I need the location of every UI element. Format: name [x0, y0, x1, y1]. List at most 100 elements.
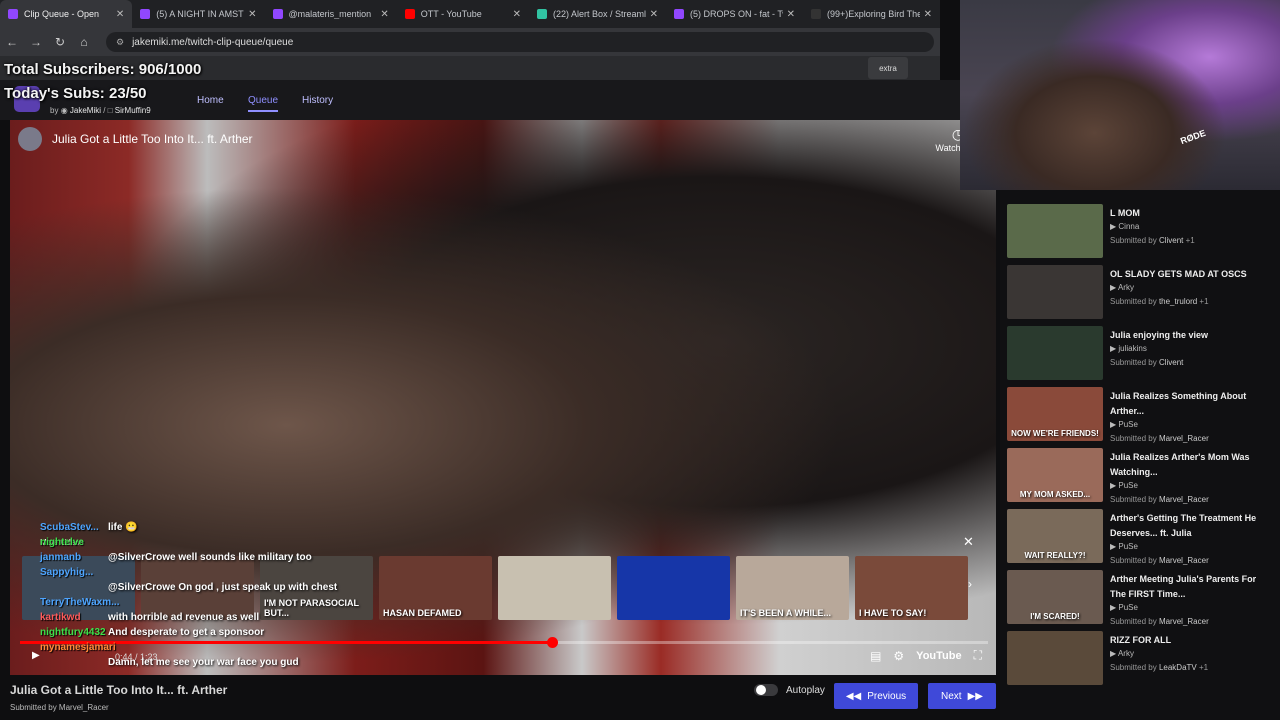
close-more-videos-icon[interactable]: ✕: [963, 534, 974, 550]
queue-thumbnail[interactable]: MY MOM ASKED...: [1007, 448, 1103, 502]
queue-item[interactable]: OL SLADY GETS MAD AT OSCS ▶ Arky Submitted…: [1007, 263, 1273, 321]
strip-next-icon[interactable]: ›: [968, 577, 972, 591]
tab-close-icon[interactable]: ✕: [513, 9, 521, 20]
chat-username[interactable]: Sappyhig...: [40, 567, 93, 578]
queue-item[interactable]: NOW WE'RE FRIENDS! Julia Realizes Somethi…: [1007, 385, 1273, 443]
thumbnail-caption: I HAVE TO SAY!: [859, 608, 927, 618]
browser-tab[interactable]: (5) A NIGHT IN AMST ✕: [132, 0, 264, 28]
queue-item-submitter: Submitted by Marvel_Racer: [1110, 556, 1209, 565]
queue-thumbnail[interactable]: [1007, 204, 1103, 258]
queue-channel-name: juliakins: [1118, 344, 1147, 353]
queue-item[interactable]: RIZZ FOR ALL ▶ Arky Submitted by LeakDaTV …: [1007, 629, 1273, 687]
queue-item[interactable]: L MOM ▶ Cinna Submitted by Clivent +1: [1007, 202, 1273, 260]
queue-thumbnail[interactable]: [1007, 265, 1103, 319]
queue-thumbnail[interactable]: I'M SCARED!: [1007, 570, 1103, 624]
nav-history[interactable]: History: [302, 95, 333, 106]
browser-tab[interactable]: (99+)Exploring Bird Theo ✕: [803, 0, 940, 28]
queue-thumbnail[interactable]: [1007, 326, 1103, 380]
tab-favicon-icon: [404, 9, 415, 19]
chat-message: TerryTheWaxm...: [0, 597, 300, 612]
player-controls-right: ▤ ⚙ YouTube ⛶: [870, 648, 982, 663]
tab-close-icon[interactable]: ✕: [787, 9, 795, 20]
back-icon[interactable]: ←: [0, 35, 24, 49]
tab-close-icon[interactable]: ✕: [116, 9, 124, 20]
chat-username[interactable]: ScubaStev...: [40, 522, 99, 533]
queue-item[interactable]: I'M SCARED! Arther Meeting Julia's Parent…: [1007, 568, 1273, 626]
previous-button[interactable]: ◀◀ Previous: [834, 683, 918, 709]
tab-close-icon[interactable]: ✕: [924, 9, 932, 20]
submitter-name: Marvel_Racer: [1158, 495, 1209, 504]
queue-thumbnail-caption: I'M SCARED!: [1030, 612, 1080, 621]
browser-tab[interactable]: (5) DROPS ON - fat - Twi ✕: [666, 0, 803, 28]
browser-tab[interactable]: @malateris_mention ✕: [265, 0, 397, 28]
browser-tab[interactable]: OTT - YouTube ✕: [397, 0, 529, 28]
autoplay-toggle[interactable]: [754, 684, 778, 696]
autoplay-label: Autoplay: [786, 684, 825, 696]
forward-icon[interactable]: →: [24, 35, 48, 49]
queue-item-channel: ▶ PuSe: [1110, 542, 1138, 551]
nav-queue[interactable]: Queue: [248, 95, 279, 112]
browser-tab[interactable]: Clip Queue - Open ✕: [0, 0, 133, 28]
tab-close-icon[interactable]: ✕: [380, 9, 388, 20]
chat-username[interactable]: kartikwd: [40, 612, 81, 623]
queue-thumbnail[interactable]: [1007, 631, 1103, 685]
channel-avatar[interactable]: [18, 127, 42, 151]
chat-username[interactable]: janmanb: [40, 552, 81, 563]
extra-button[interactable]: extra: [868, 57, 908, 79]
chat-username[interactable]: nightfury4432: [40, 627, 106, 638]
queue-channel-name: Arky: [1117, 649, 1134, 658]
submitter-extra-count: +1: [1199, 297, 1209, 306]
tab-title: Clip Queue - Open: [24, 9, 100, 19]
today-subs: Today's Subs: 23/50: [4, 85, 147, 102]
webcam-overlay: [960, 0, 1280, 190]
tab-close-icon[interactable]: ✕: [650, 9, 658, 20]
tab-favicon-icon: [674, 9, 684, 19]
cc-icon[interactable]: ▤: [870, 649, 881, 663]
fullscreen-icon[interactable]: ⛶: [974, 648, 982, 663]
home-icon[interactable]: ⌂: [72, 35, 96, 49]
submitter-name: Clivent: [1158, 236, 1184, 245]
more-video-thumbnail[interactable]: [617, 556, 730, 620]
chat-message: Damn, let me see your war face you gud: [0, 657, 300, 672]
more-video-thumbnail[interactable]: I HAVE TO SAY!: [855, 556, 968, 620]
more-video-thumbnail[interactable]: HASAN DEFAMED: [379, 556, 492, 620]
queue-channel-name: PuSe: [1118, 603, 1138, 612]
video-title[interactable]: Julia Got a Little Too Into It... ft. Ar…: [52, 132, 253, 146]
queue-channel-name: PuSe: [1118, 542, 1138, 551]
tab-close-icon[interactable]: ✕: [248, 9, 256, 20]
autoplay-control[interactable]: Autoplay: [754, 684, 825, 696]
thumbnail-caption: IT'S BEEN A WHILE...: [740, 608, 831, 618]
play-square-icon: ▶: [1110, 222, 1117, 231]
youtube-logo[interactable]: YouTube: [916, 650, 961, 662]
play-square-icon: ▶: [1110, 481, 1117, 490]
queue-item[interactable]: Julia enjoying the view ▶ juliakins Submit…: [1007, 324, 1273, 382]
url-field[interactable]: ⚙ jakemiki.me/twitch-clip-queue/queue: [106, 32, 934, 52]
settings-icon[interactable]: ⚙: [893, 649, 904, 663]
queue-thumbnail[interactable]: NOW WE'RE FRIENDS!: [1007, 387, 1103, 441]
site-info-icon[interactable]: ⚙: [116, 37, 124, 48]
chat-message: nightfury4432 And desperate to get a spon…: [0, 627, 300, 642]
submitter-name: the_trulord: [1158, 297, 1198, 306]
more-video-thumbnail[interactable]: IT'S BEEN A WHILE...: [736, 556, 849, 620]
queue-item[interactable]: WAIT REALLY?! Arther's Getting The Treatm…: [1007, 507, 1273, 565]
more-video-thumbnail[interactable]: [498, 556, 611, 620]
progress-scrubber[interactable]: [547, 637, 559, 648]
chat-username[interactable]: mynamesjamari: [40, 642, 116, 653]
queue-thumbnail[interactable]: WAIT REALLY?!: [1007, 509, 1103, 563]
author-link-sirmuffin[interactable]: SirMuffin9: [115, 106, 151, 115]
tab-title: OTT - YouTube: [420, 9, 482, 19]
chat-username[interactable]: nightelve: [40, 537, 84, 548]
queue-item-channel: ▶ juliakins: [1110, 344, 1147, 353]
reload-icon[interactable]: ↻: [48, 35, 72, 49]
browser-tab[interactable]: (22) Alert Box / Streamlab ✕: [529, 0, 666, 28]
chat-message: kartikwd with horrible ad revenue as well: [0, 612, 300, 627]
queue-item[interactable]: MY MOM ASKED... Julia Realizes Arther's M…: [1007, 446, 1273, 504]
next-button[interactable]: Next ▶▶: [928, 683, 996, 709]
thumbnail-caption: HASAN DEFAMED: [383, 608, 462, 618]
submitted-by-label: Submitted by: [1110, 434, 1157, 443]
chat-message: ScubaStev... life 😬: [0, 522, 300, 537]
nav-home[interactable]: Home: [197, 95, 224, 106]
author-link-jakemiki[interactable]: JakeMiki: [70, 106, 101, 115]
chat-username[interactable]: TerryTheWaxm...: [40, 597, 119, 608]
queue-thumbnail-caption: NOW WE'RE FRIENDS!: [1011, 429, 1099, 438]
